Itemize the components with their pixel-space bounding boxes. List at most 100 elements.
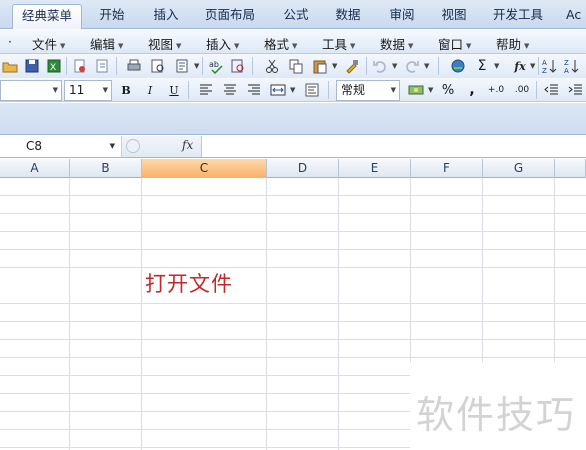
chevron-down-icon: ▼ [524,41,530,50]
chevron-down-icon[interactable]: ▼ [290,86,295,94]
menu-help-label: 帮助 [496,37,522,52]
tab-insert[interactable]: 插入 [144,4,188,29]
menu-insert[interactable]: 插入 ▼ [206,34,239,53]
percent-button[interactable]: % [438,80,458,100]
open-icon[interactable] [0,56,20,76]
tab-formulas[interactable]: 公式 [274,4,318,29]
print-icon[interactable] [124,56,144,76]
chevron-down-icon[interactable]: ▼ [530,62,535,70]
tab-view[interactable]: 视图 [432,4,476,29]
permission-icon[interactable] [70,56,90,76]
research-icon[interactable] [228,56,248,76]
number-format-select[interactable]: 常规 ▼ [336,80,400,101]
formula-buttons: fx [122,136,202,157]
wrap-text-icon[interactable] [302,80,322,100]
menu-grip: · [8,34,12,49]
menu-window[interactable]: 窗口 ▼ [438,34,471,53]
page-setup-icon[interactable] [172,56,192,76]
decrease-indent-icon[interactable] [542,80,562,100]
tab-developer[interactable]: 开发工具 [486,4,550,29]
menu-help[interactable]: 帮助 ▼ [496,34,529,53]
chevron-down-icon: ▼ [234,41,240,50]
classic-menu-bar: · 文件 ▼ 编辑 ▼ 视图 ▼ 插入 ▼ 格式 ▼ 工具 ▼ 数据 ▼ 窗口 ▼ 帮助 ▼ [0,29,586,54]
toolbar-separator [328,81,329,99]
comma-button[interactable]: , [462,80,482,100]
worksheet-grid[interactable]: 打开文件 软件技巧 [0,178,586,450]
align-center-icon[interactable] [220,80,240,100]
chevron-down-icon: ▼ [292,41,298,50]
chevron-down-icon[interactable]: ▼ [392,62,397,70]
menu-view-label: 视图 [148,37,174,52]
format-painter-icon[interactable] [342,56,362,76]
column-header-g[interactable]: G [483,159,555,178]
ribbon-group-area [0,103,586,135]
expand-icon[interactable] [126,139,140,153]
decrease-decimal-button[interactable]: .00 [510,80,534,100]
menu-tools[interactable]: 工具 ▼ [322,34,355,53]
menu-view[interactable]: 视图 ▼ [148,34,181,53]
menu-format[interactable]: 格式 ▼ [264,34,297,53]
column-header-c[interactable]: C [142,159,267,178]
tab-review[interactable]: 审阅 [380,4,424,29]
column-header-h[interactable] [555,159,586,178]
copy-icon[interactable] [286,56,306,76]
menu-insert-label: 插入 [206,37,232,52]
currency-icon[interactable] [406,80,426,100]
chevron-down-icon[interactable]: ▼ [494,62,499,70]
font-size-select[interactable]: 11 ▼ [64,80,112,101]
column-header-b[interactable]: B [70,159,142,178]
cell-text-open-file[interactable]: 打开文件 [145,268,233,298]
column-header-f[interactable]: F [411,159,483,178]
attach-icon[interactable] [92,56,112,76]
merge-center-icon[interactable] [268,80,288,100]
hyperlink-icon[interactable] [448,56,468,76]
insert-function-button[interactable]: fx [508,56,532,76]
sort-descending-icon[interactable]: ZA [562,56,582,76]
cut-icon[interactable] [262,56,282,76]
tab-addins[interactable]: Ac [566,4,586,29]
undo-icon[interactable] [370,56,390,76]
tab-home[interactable]: 开始 [90,4,134,29]
menu-data[interactable]: 数据 ▼ [380,34,413,53]
chevron-down-icon[interactable]: ▼ [194,62,199,70]
svg-text:Z: Z [542,67,547,74]
tab-classic-menu[interactable]: 经典菜单 [12,4,82,29]
spelling-icon[interactable]: ab [206,56,226,76]
name-box[interactable]: C8 ▼ [0,136,122,157]
row-line [0,339,586,340]
paste-icon[interactable] [310,56,330,76]
svg-text:ab: ab [209,60,219,69]
print-preview-icon[interactable] [148,56,168,76]
save-icon[interactable] [22,56,42,76]
redo-icon[interactable] [402,56,422,76]
italic-button[interactable]: I [140,80,160,100]
underline-button[interactable]: U [164,80,184,100]
column-header-e[interactable]: E [339,159,411,178]
chevron-down-icon: ▼ [408,41,414,50]
font-name-select[interactable]: ▼ [0,80,62,101]
column-header-a[interactable]: A [0,159,70,178]
menu-file-label: 文件 [32,37,58,52]
chevron-down-icon[interactable]: ▼ [424,62,429,70]
column-header-d[interactable]: D [267,159,339,178]
chevron-down-icon: ▼ [466,41,472,50]
align-left-icon[interactable] [196,80,216,100]
chevron-down-icon: ▼ [118,41,124,50]
insert-function-icon[interactable]: fx [182,138,193,152]
tab-data[interactable]: 数据 [326,4,370,29]
sort-ascending-icon[interactable]: AZ [540,56,560,76]
excel-icon[interactable]: X [44,56,64,76]
increase-indent-icon[interactable] [566,80,586,100]
tab-page-layout[interactable]: 页面布局 [198,4,262,29]
bold-button[interactable]: B [116,80,136,100]
align-right-icon[interactable] [244,80,264,100]
chevron-down-icon[interactable]: ▼ [332,62,337,70]
autosum-button[interactable]: Σ [472,56,492,76]
svg-text:A: A [542,59,547,67]
increase-decimal-button[interactable]: +.0 [484,80,508,100]
menu-edit[interactable]: 编辑 ▼ [90,34,123,53]
chevron-down-icon[interactable]: ▼ [428,86,433,94]
menu-file[interactable]: 文件 ▼ [32,34,65,53]
formula-input[interactable] [202,136,586,157]
toolbar-separator [202,57,203,75]
